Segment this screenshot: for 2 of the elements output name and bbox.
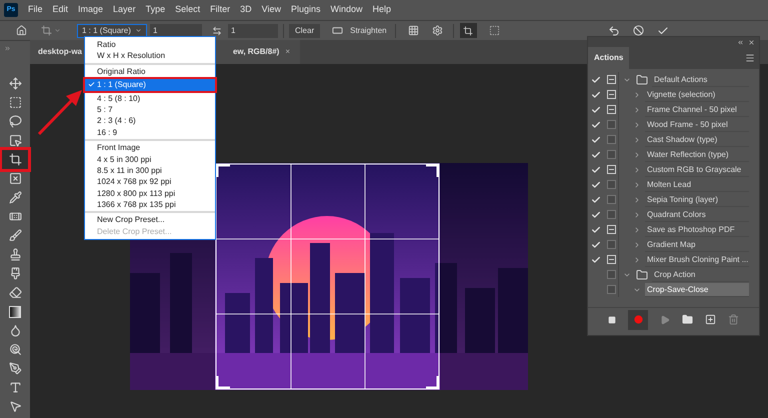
tab-title: ew, RGB/8#) — [232, 46, 280, 58]
tab-title: desktop-wa — [38, 46, 82, 58]
